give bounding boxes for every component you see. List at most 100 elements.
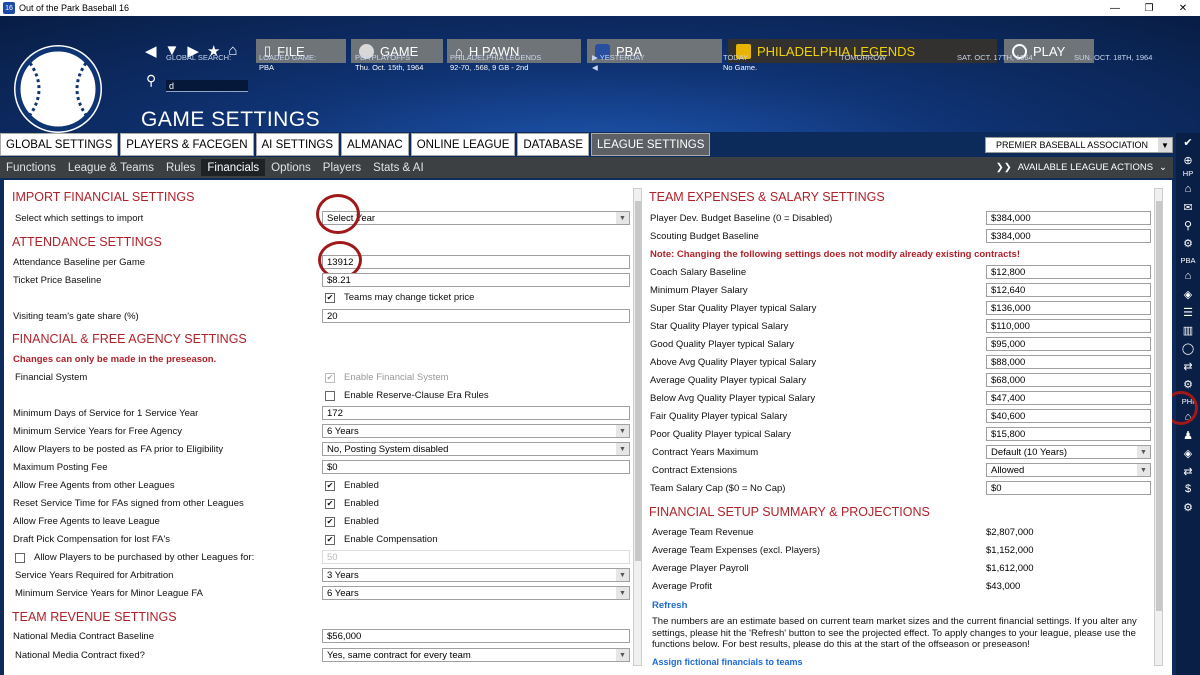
- league-select[interactable]: PREMIER BASEBALL ASSOCIATION ▼: [985, 137, 1173, 153]
- ticket-price-input[interactable]: $8.21: [322, 273, 630, 287]
- check-icon[interactable]: ✔: [1176, 133, 1200, 151]
- draft-comp-checkbox[interactable]: ✔ Enable Compensation: [325, 534, 437, 545]
- baseball-icon[interactable]: ◯: [1176, 339, 1200, 357]
- salary-input[interactable]: $136,000: [986, 301, 1151, 315]
- tomorrow-link[interactable]: TOMORROW: [840, 53, 886, 63]
- home-icon[interactable]: ⌂: [1176, 180, 1200, 198]
- attendance-section-title: ATTENDANCE SETTINGS: [12, 235, 162, 249]
- baseball-logo-icon[interactable]: [14, 45, 102, 133]
- dev-budget-label: Player Dev. Budget Baseline (0 = Disable…: [650, 213, 833, 224]
- tab-ai-settings[interactable]: AI SETTINGS: [255, 133, 340, 156]
- salary-input[interactable]: $12,800: [986, 265, 1151, 279]
- chevron-down-icon: ▼: [1137, 446, 1150, 458]
- salary-input[interactable]: $110,000: [986, 319, 1151, 333]
- max-fee-input[interactable]: $0: [322, 460, 630, 474]
- purchase-checkbox[interactable]: Allow Players to be purchased by other L…: [15, 552, 254, 563]
- highlight-ring: [316, 194, 360, 234]
- tab-players-facegen[interactable]: PLAYERS & FACEGEN: [120, 133, 254, 156]
- home-icon[interactable]: ⌂: [1176, 267, 1200, 285]
- list-icon[interactable]: ☰: [1176, 303, 1200, 321]
- trade-icon[interactable]: ⇄: [1176, 357, 1200, 375]
- tab-online-league[interactable]: ONLINE LEAGUE: [410, 133, 516, 156]
- salary-input[interactable]: $15,800: [986, 427, 1151, 441]
- min-days-input[interactable]: 172: [322, 406, 630, 420]
- minor-fa-select[interactable]: 6 Years ▼: [322, 586, 630, 600]
- checkmark-icon: ✔: [325, 516, 335, 527]
- minimize-icon[interactable]: —: [1098, 0, 1132, 16]
- tab-league-settings[interactable]: LEAGUE SETTINGS: [591, 133, 711, 156]
- salary-input[interactable]: $88,000: [986, 355, 1151, 369]
- min-years-select[interactable]: 6 Years ▼: [322, 424, 630, 438]
- gate-share-input[interactable]: 20: [322, 309, 630, 323]
- subnav-league-teams[interactable]: League & Teams: [62, 159, 160, 176]
- back-icon[interactable]: ◀: [145, 42, 157, 60]
- posting-select[interactable]: No, Posting System disabled ▼: [322, 442, 630, 456]
- diamond-icon[interactable]: ◈: [1176, 444, 1200, 462]
- tab-almanac[interactable]: ALMANAC: [341, 133, 409, 156]
- ticket-change-checkbox[interactable]: ✔ Teams may change ticket price: [325, 292, 474, 303]
- scouting-budget-input[interactable]: $384,000: [986, 229, 1151, 243]
- subnav-options[interactable]: Options: [265, 159, 317, 176]
- mail-icon[interactable]: ✉: [1176, 198, 1200, 216]
- dev-budget-input[interactable]: $384,000: [986, 211, 1151, 225]
- subnav-players[interactable]: Players: [317, 159, 367, 176]
- search-icon[interactable]: ⚲: [146, 72, 156, 89]
- globe-icon[interactable]: ⊕: [1176, 151, 1200, 169]
- gear-icon[interactable]: ⚙: [1176, 234, 1200, 252]
- subnav-stats-ai[interactable]: Stats & AI: [367, 159, 430, 176]
- extensions-select[interactable]: Allowed ▼: [986, 463, 1151, 477]
- salary-input[interactable]: $47,400: [986, 391, 1151, 405]
- media-baseline-label: National Media Contract Baseline: [13, 631, 154, 642]
- reset-time-checkbox[interactable]: ✔ Enabled: [325, 498, 379, 509]
- subnav-functions[interactable]: Functions: [0, 159, 62, 176]
- close-icon[interactable]: ✕: [1166, 0, 1200, 16]
- dollar-icon[interactable]: $: [1176, 480, 1200, 498]
- salary-input[interactable]: $12,640: [986, 283, 1151, 297]
- diamond-icon[interactable]: ◈: [1176, 285, 1200, 303]
- summary-value: $1,152,000: [986, 545, 1034, 556]
- salary-label: Super Star Quality Player typical Salary: [650, 303, 817, 314]
- min-years-label: Minimum Service Years for Free Agency: [13, 426, 182, 437]
- media-fixed-select[interactable]: Yes, same contract for every team ▼: [322, 648, 630, 662]
- salary-input[interactable]: $68,000: [986, 373, 1151, 387]
- search-input[interactable]: d: [166, 80, 248, 92]
- salary-input[interactable]: $40,600: [986, 409, 1151, 423]
- subnav-financials[interactable]: Financials: [201, 159, 266, 176]
- trade-icon[interactable]: ⇄: [1176, 462, 1200, 480]
- maximize-icon[interactable]: ❐: [1132, 0, 1166, 16]
- summary-label: Average Team Revenue: [652, 527, 754, 538]
- fin-system-checkbox[interactable]: ✔ Enable Financial System: [325, 372, 449, 383]
- salary-cap-input[interactable]: $0: [986, 481, 1151, 495]
- roster-icon[interactable]: ♟: [1176, 426, 1200, 444]
- import-year-select[interactable]: Select Year ▼: [322, 211, 630, 225]
- search-icon[interactable]: ⚲: [1176, 216, 1200, 234]
- assign-financials-link[interactable]: Assign fictional financials to teams: [652, 657, 803, 667]
- draft-comp-label: Draft Pick Compensation for lost FA's: [13, 534, 171, 545]
- att-baseline-input[interactable]: 13912: [322, 255, 630, 269]
- subnav-rules[interactable]: Rules: [160, 159, 201, 176]
- salary-input[interactable]: $95,000: [986, 337, 1151, 351]
- tab-database[interactable]: DATABASE: [517, 133, 590, 156]
- refresh-link[interactable]: Refresh: [652, 600, 687, 611]
- media-baseline-input[interactable]: $56,000: [322, 629, 630, 643]
- right-scrollbar[interactable]: [1154, 188, 1163, 666]
- salary-label: Poor Quality Player typical Salary: [650, 429, 791, 440]
- left-column: IMPORT FINANCIAL SETTINGS Select which s…: [4, 180, 632, 675]
- chevron-down-icon: ▼: [616, 569, 629, 581]
- purchase-input[interactable]: 50: [322, 550, 630, 564]
- arbitration-label: Service Years Required for Arbitration: [15, 570, 174, 581]
- arbitration-select[interactable]: 3 Years ▼: [322, 568, 630, 582]
- allow-fa-checkbox[interactable]: ✔ Enabled: [325, 480, 379, 491]
- left-scrollbar[interactable]: [633, 188, 642, 666]
- chart-icon[interactable]: ▥: [1176, 321, 1200, 339]
- sub-navigation: Functions League & Teams Rules Financial…: [0, 157, 1173, 178]
- yesterday-link[interactable]: ▶ YESTERDAY ◀: [592, 53, 645, 73]
- chevron-down-icon: ⌄: [1159, 162, 1167, 173]
- gear-icon[interactable]: ⚙: [1176, 498, 1200, 516]
- tab-global-settings[interactable]: GLOBAL SETTINGS: [0, 133, 119, 156]
- chevrons-icon: ❯❯: [995, 162, 1012, 173]
- contract-max-select[interactable]: Default (10 Years) ▼: [986, 445, 1151, 459]
- league-actions-menu[interactable]: ❯❯ AVAILABLE LEAGUE ACTIONS ⌄: [996, 157, 1167, 178]
- leave-checkbox[interactable]: ✔ Enabled: [325, 516, 379, 527]
- reserve-clause-checkbox[interactable]: Enable Reserve-Clause Era Rules: [325, 390, 489, 401]
